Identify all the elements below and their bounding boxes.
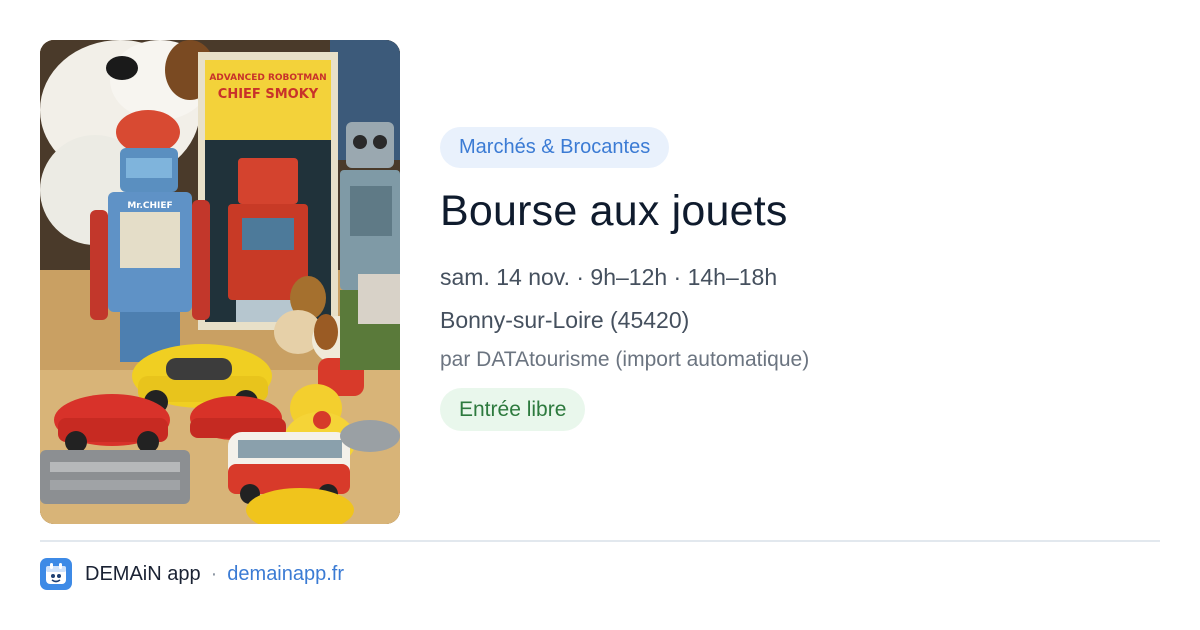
robot-label: Mr.CHIEF xyxy=(127,201,172,211)
event-title[interactable]: Bourse aux jouets xyxy=(440,184,1160,238)
category-badge[interactable]: Marchés & Brocantes xyxy=(440,127,670,168)
event-location: Bonny-sur-Loire (45420) xyxy=(440,307,690,333)
box-text-1: ADVANCED ROBOTMAN xyxy=(209,73,326,83)
box-text-2: CHIEF SMOKY xyxy=(218,87,319,102)
event-photo: ADVANCED ROBOTMAN CHIEF SMOKY Mr.CHIEF xyxy=(40,40,400,524)
footer-separator: · xyxy=(210,562,218,585)
event-source: par DATAtourisme (import automatique) xyxy=(440,348,810,371)
divider xyxy=(40,540,1160,542)
price-badge: Entrée libre xyxy=(440,388,586,431)
event-schedule: sam. 14 nov. · 9h–12h · 14h–18h xyxy=(440,264,778,290)
app-name: DEMAiN app xyxy=(85,562,201,585)
demain-app-icon[interactable] xyxy=(40,558,72,590)
event-card[interactable]: ADVANCED ROBOTMAN CHIEF SMOKY Mr.CHIEF M… xyxy=(0,0,1200,630)
event-info: Marchés & Brocantes Bourse aux jouets sa… xyxy=(440,127,1160,431)
footer: DEMAiN app · demainapp.fr xyxy=(40,557,344,591)
site-link[interactable]: demainapp.fr xyxy=(227,563,344,586)
